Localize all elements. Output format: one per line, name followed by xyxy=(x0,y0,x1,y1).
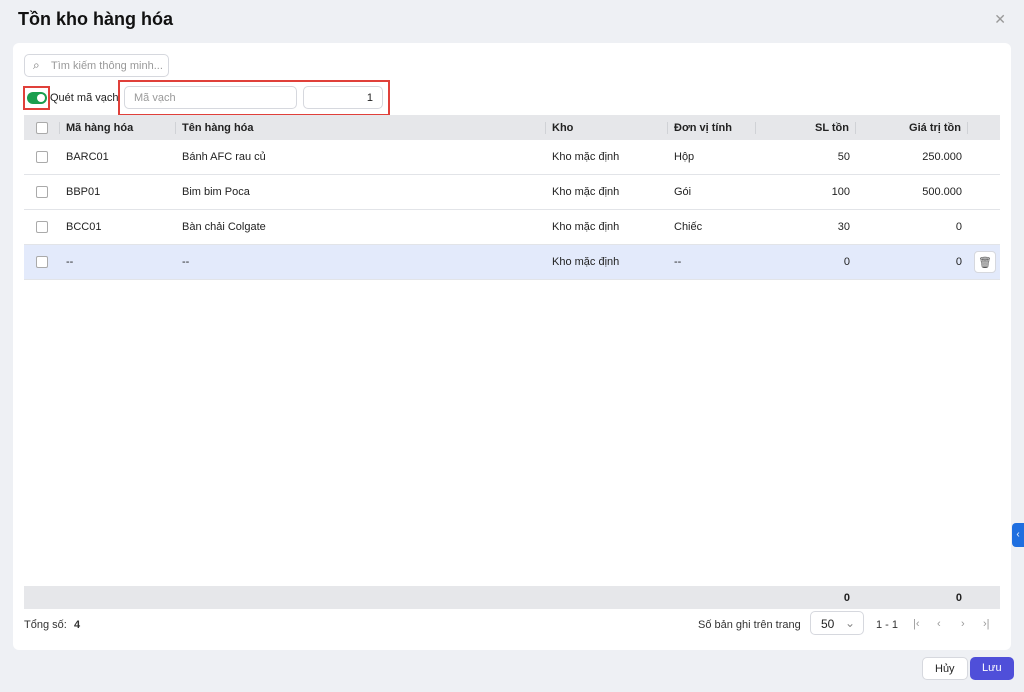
col-name[interactable]: Tên hàng hóa xyxy=(176,121,546,134)
cell-unit: -- xyxy=(674,256,682,268)
cell-unit: Chiếc xyxy=(674,221,703,233)
cell-value: 500.000 xyxy=(922,186,962,198)
cell-unit: Hộp xyxy=(674,151,695,163)
total-count: 4 xyxy=(74,619,81,631)
row-checkbox[interactable] xyxy=(36,256,48,268)
prev-page-icon[interactable]: ‹ xyxy=(937,618,941,630)
cell-name: Bánh AFC rau củ xyxy=(182,151,266,163)
trash-icon[interactable]: 🗑 xyxy=(974,251,996,273)
table-row[interactable]: -- -- Kho mặc định -- 0 0 🗑 xyxy=(24,245,1000,280)
cell-code: BBP01 xyxy=(66,186,101,198)
totals-row: 0 0 xyxy=(24,586,1000,609)
content-panel: ⌕ Tìm kiếm thông minh... Quét mã vạch Mã … xyxy=(13,43,1011,650)
cell-code: BARC01 xyxy=(66,151,109,163)
scan-label: Quét mã vạch xyxy=(50,92,119,104)
cell-code: -- xyxy=(66,256,74,268)
cell-warehouse: Kho mặc định xyxy=(552,151,620,163)
col-value[interactable]: Giá trị tồn xyxy=(856,121,968,134)
total-value: 0 xyxy=(955,591,962,604)
first-page-icon[interactable]: |‹ xyxy=(913,618,920,630)
row-checkbox[interactable] xyxy=(36,221,48,233)
select-all-checkbox[interactable] xyxy=(35,121,48,134)
table-header: Mã hàng hóa Tên hàng hóa Kho Đơn vị tính… xyxy=(24,115,1000,140)
total-qty: 0 xyxy=(843,591,850,604)
col-qty[interactable]: SL tồn xyxy=(756,121,856,134)
cell-name: -- xyxy=(182,256,190,268)
next-page-icon[interactable]: › xyxy=(961,618,965,630)
cell-qty: 100 xyxy=(831,186,850,198)
save-button[interactable]: Lưu xyxy=(970,657,1014,680)
page-size-select[interactable]: 50 ⌄ xyxy=(810,611,864,635)
table-row[interactable]: BBP01 Bim bim Poca Kho mặc định Gói 100 500.0… xyxy=(24,175,1000,210)
cancel-button[interactable]: Hủy xyxy=(922,657,968,680)
page-size-label: Số bản ghi trên trang xyxy=(698,619,801,631)
close-icon[interactable]: ✕ xyxy=(994,11,1006,28)
barcode-input[interactable]: Mã vạch xyxy=(124,86,297,109)
cell-qty: 50 xyxy=(837,151,850,163)
cell-qty: 30 xyxy=(837,221,850,233)
total-label: Tổng số: xyxy=(24,619,67,631)
chevron-down-icon: ⌄ xyxy=(844,616,855,630)
page-range: 1 - 1 xyxy=(876,619,899,631)
inventory-table: Mã hàng hóa Tên hàng hóa Kho Đơn vị tính… xyxy=(24,115,1000,280)
cell-qty: 0 xyxy=(843,256,850,268)
quantity-input[interactable]: 1 xyxy=(303,86,383,109)
cell-name: Bàn chải Colgate xyxy=(182,221,266,233)
search-icon: ⌕ xyxy=(33,58,40,72)
cell-value: 0 xyxy=(955,221,962,233)
col-warehouse[interactable]: Kho xyxy=(546,121,668,134)
page-size-value: 50 xyxy=(821,617,835,631)
search-placeholder: Tìm kiếm thông minh... xyxy=(51,60,163,72)
last-page-icon[interactable]: ›| xyxy=(983,618,990,630)
smart-search-input[interactable]: ⌕ Tìm kiếm thông minh... xyxy=(24,54,169,77)
row-checkbox[interactable] xyxy=(36,151,48,163)
cell-warehouse: Kho mặc định xyxy=(552,186,620,198)
row-checkbox[interactable] xyxy=(36,186,48,198)
table-row[interactable]: BCC01 Bàn chải Colgate Kho mặc định Chiếc 30… xyxy=(24,210,1000,245)
cell-value: 0 xyxy=(955,256,962,268)
cell-code: BCC01 xyxy=(66,221,102,233)
table-row[interactable]: BARC01 Bánh AFC rau củ Kho mặc định Hộp 50 25… xyxy=(24,140,1000,175)
cell-unit: Gói xyxy=(674,186,692,198)
barcode-scan-toggle[interactable] xyxy=(27,92,47,104)
cell-value: 250.000 xyxy=(922,151,962,163)
collapse-panel-icon[interactable]: ‹ xyxy=(1012,523,1024,547)
cell-warehouse: Kho mặc định xyxy=(552,221,620,233)
dialog-title: Tồn kho hàng hóa xyxy=(18,9,173,29)
col-unit[interactable]: Đơn vị tính xyxy=(668,121,756,134)
cell-name: Bim bim Poca xyxy=(182,186,250,198)
col-code[interactable]: Mã hàng hóa xyxy=(60,121,176,134)
cell-warehouse: Kho mặc định xyxy=(552,256,620,268)
